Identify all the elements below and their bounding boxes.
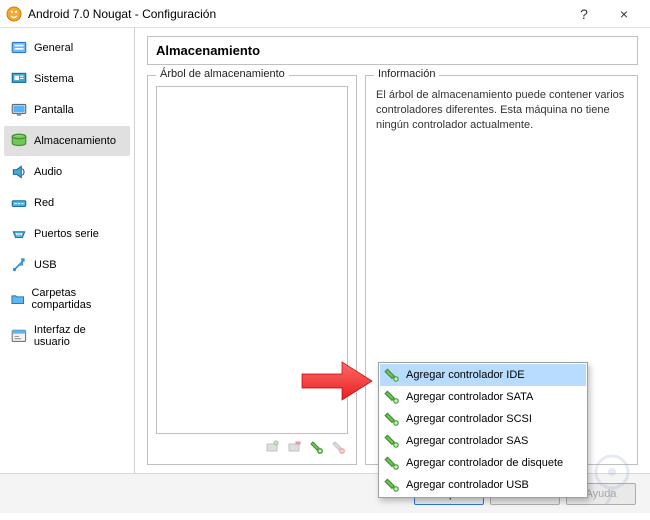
sidebar-item-label: USB <box>34 259 57 271</box>
menu-item-label: Agregar controlador SAS <box>406 435 528 447</box>
display-icon <box>10 101 28 119</box>
sidebar-item-label: General <box>34 42 73 54</box>
menu-item-label: Agregar controlador IDE <box>406 369 525 381</box>
menu-item-label: Agregar controlador SATA <box>406 391 533 403</box>
sidebar-item-ui[interactable]: Interfaz de usuario <box>4 318 130 354</box>
add-attachment-button <box>262 438 282 456</box>
tree-group-label: Árbol de almacenamiento <box>156 68 289 80</box>
sidebar-item-system[interactable]: Sistema <box>4 64 130 94</box>
app-icon <box>6 6 22 22</box>
add-controller-button[interactable] <box>306 438 326 456</box>
sidebar-item-usb[interactable]: USB <box>4 250 130 280</box>
menu-item-add-sata[interactable]: Agregar controlador SATA <box>380 386 586 408</box>
ui-icon <box>10 327 28 345</box>
sidebar-item-display[interactable]: Pantalla <box>4 95 130 125</box>
info-text: El árbol de almacenamiento puede contene… <box>374 86 629 135</box>
menu-item-add-floppy[interactable]: Agregar controlador de disquete <box>380 452 586 474</box>
sidebar: General Sistema Pantalla Almacenamiento … <box>0 28 135 473</box>
menu-item-label: Agregar controlador USB <box>406 479 529 491</box>
sidebar-item-label: Interfaz de usuario <box>34 324 124 348</box>
menu-item-add-ide[interactable]: Agregar controlador IDE <box>380 364 586 386</box>
menu-item-add-scsi[interactable]: Agregar controlador SCSI <box>380 408 586 430</box>
page-title: Almacenamiento <box>147 36 638 65</box>
remove-attachment-button <box>284 438 304 456</box>
tree-toolbar <box>156 434 348 456</box>
controller-icon <box>384 411 400 427</box>
sidebar-item-label: Pantalla <box>34 104 74 116</box>
controller-icon <box>384 455 400 471</box>
network-icon <box>10 194 28 212</box>
info-group-label: Información <box>374 68 439 80</box>
controller-icon <box>384 367 400 383</box>
sidebar-item-label: Carpetas compartidas <box>31 287 124 311</box>
remove-controller-button <box>328 438 348 456</box>
window-title: Android 7.0 Nougat - Configuración <box>28 7 564 21</box>
close-button[interactable]: × <box>604 0 644 28</box>
sidebar-item-storage[interactable]: Almacenamiento <box>4 126 130 156</box>
menu-item-add-usb[interactable]: Agregar controlador USB <box>380 474 586 496</box>
serial-icon <box>10 225 28 243</box>
sidebar-item-serial[interactable]: Puertos serie <box>4 219 130 249</box>
sidebar-item-label: Audio <box>34 166 62 178</box>
menu-item-add-sas[interactable]: Agregar controlador SAS <box>380 430 586 452</box>
help-button[interactable]: ? <box>564 0 604 28</box>
storage-icon <box>10 132 28 150</box>
sidebar-item-label: Puertos serie <box>34 228 99 240</box>
general-icon <box>10 39 28 57</box>
sidebar-item-general[interactable]: General <box>4 33 130 63</box>
sidebar-item-label: Almacenamiento <box>34 135 116 147</box>
system-icon <box>10 70 28 88</box>
add-controller-menu: Agregar controlador IDE Agregar controla… <box>378 362 588 498</box>
annotation-arrow <box>300 360 375 405</box>
audio-icon <box>10 163 28 181</box>
controller-icon <box>384 433 400 449</box>
titlebar: Android 7.0 Nougat - Configuración ? × <box>0 0 650 28</box>
sidebar-item-label: Sistema <box>34 73 74 85</box>
sidebar-item-shared-folders[interactable]: Carpetas compartidas <box>4 281 130 317</box>
storage-tree-group: Árbol de almacenamiento <box>147 75 357 465</box>
menu-item-label: Agregar controlador de disquete <box>406 457 563 469</box>
usb-icon <box>10 256 28 274</box>
watermark-icon <box>582 448 642 508</box>
shared-folders-icon <box>10 290 25 308</box>
sidebar-item-label: Red <box>34 197 54 209</box>
controller-icon <box>384 477 400 493</box>
sidebar-item-audio[interactable]: Audio <box>4 157 130 187</box>
sidebar-item-network[interactable]: Red <box>4 188 130 218</box>
controller-icon <box>384 389 400 405</box>
menu-item-label: Agregar controlador SCSI <box>406 413 532 425</box>
